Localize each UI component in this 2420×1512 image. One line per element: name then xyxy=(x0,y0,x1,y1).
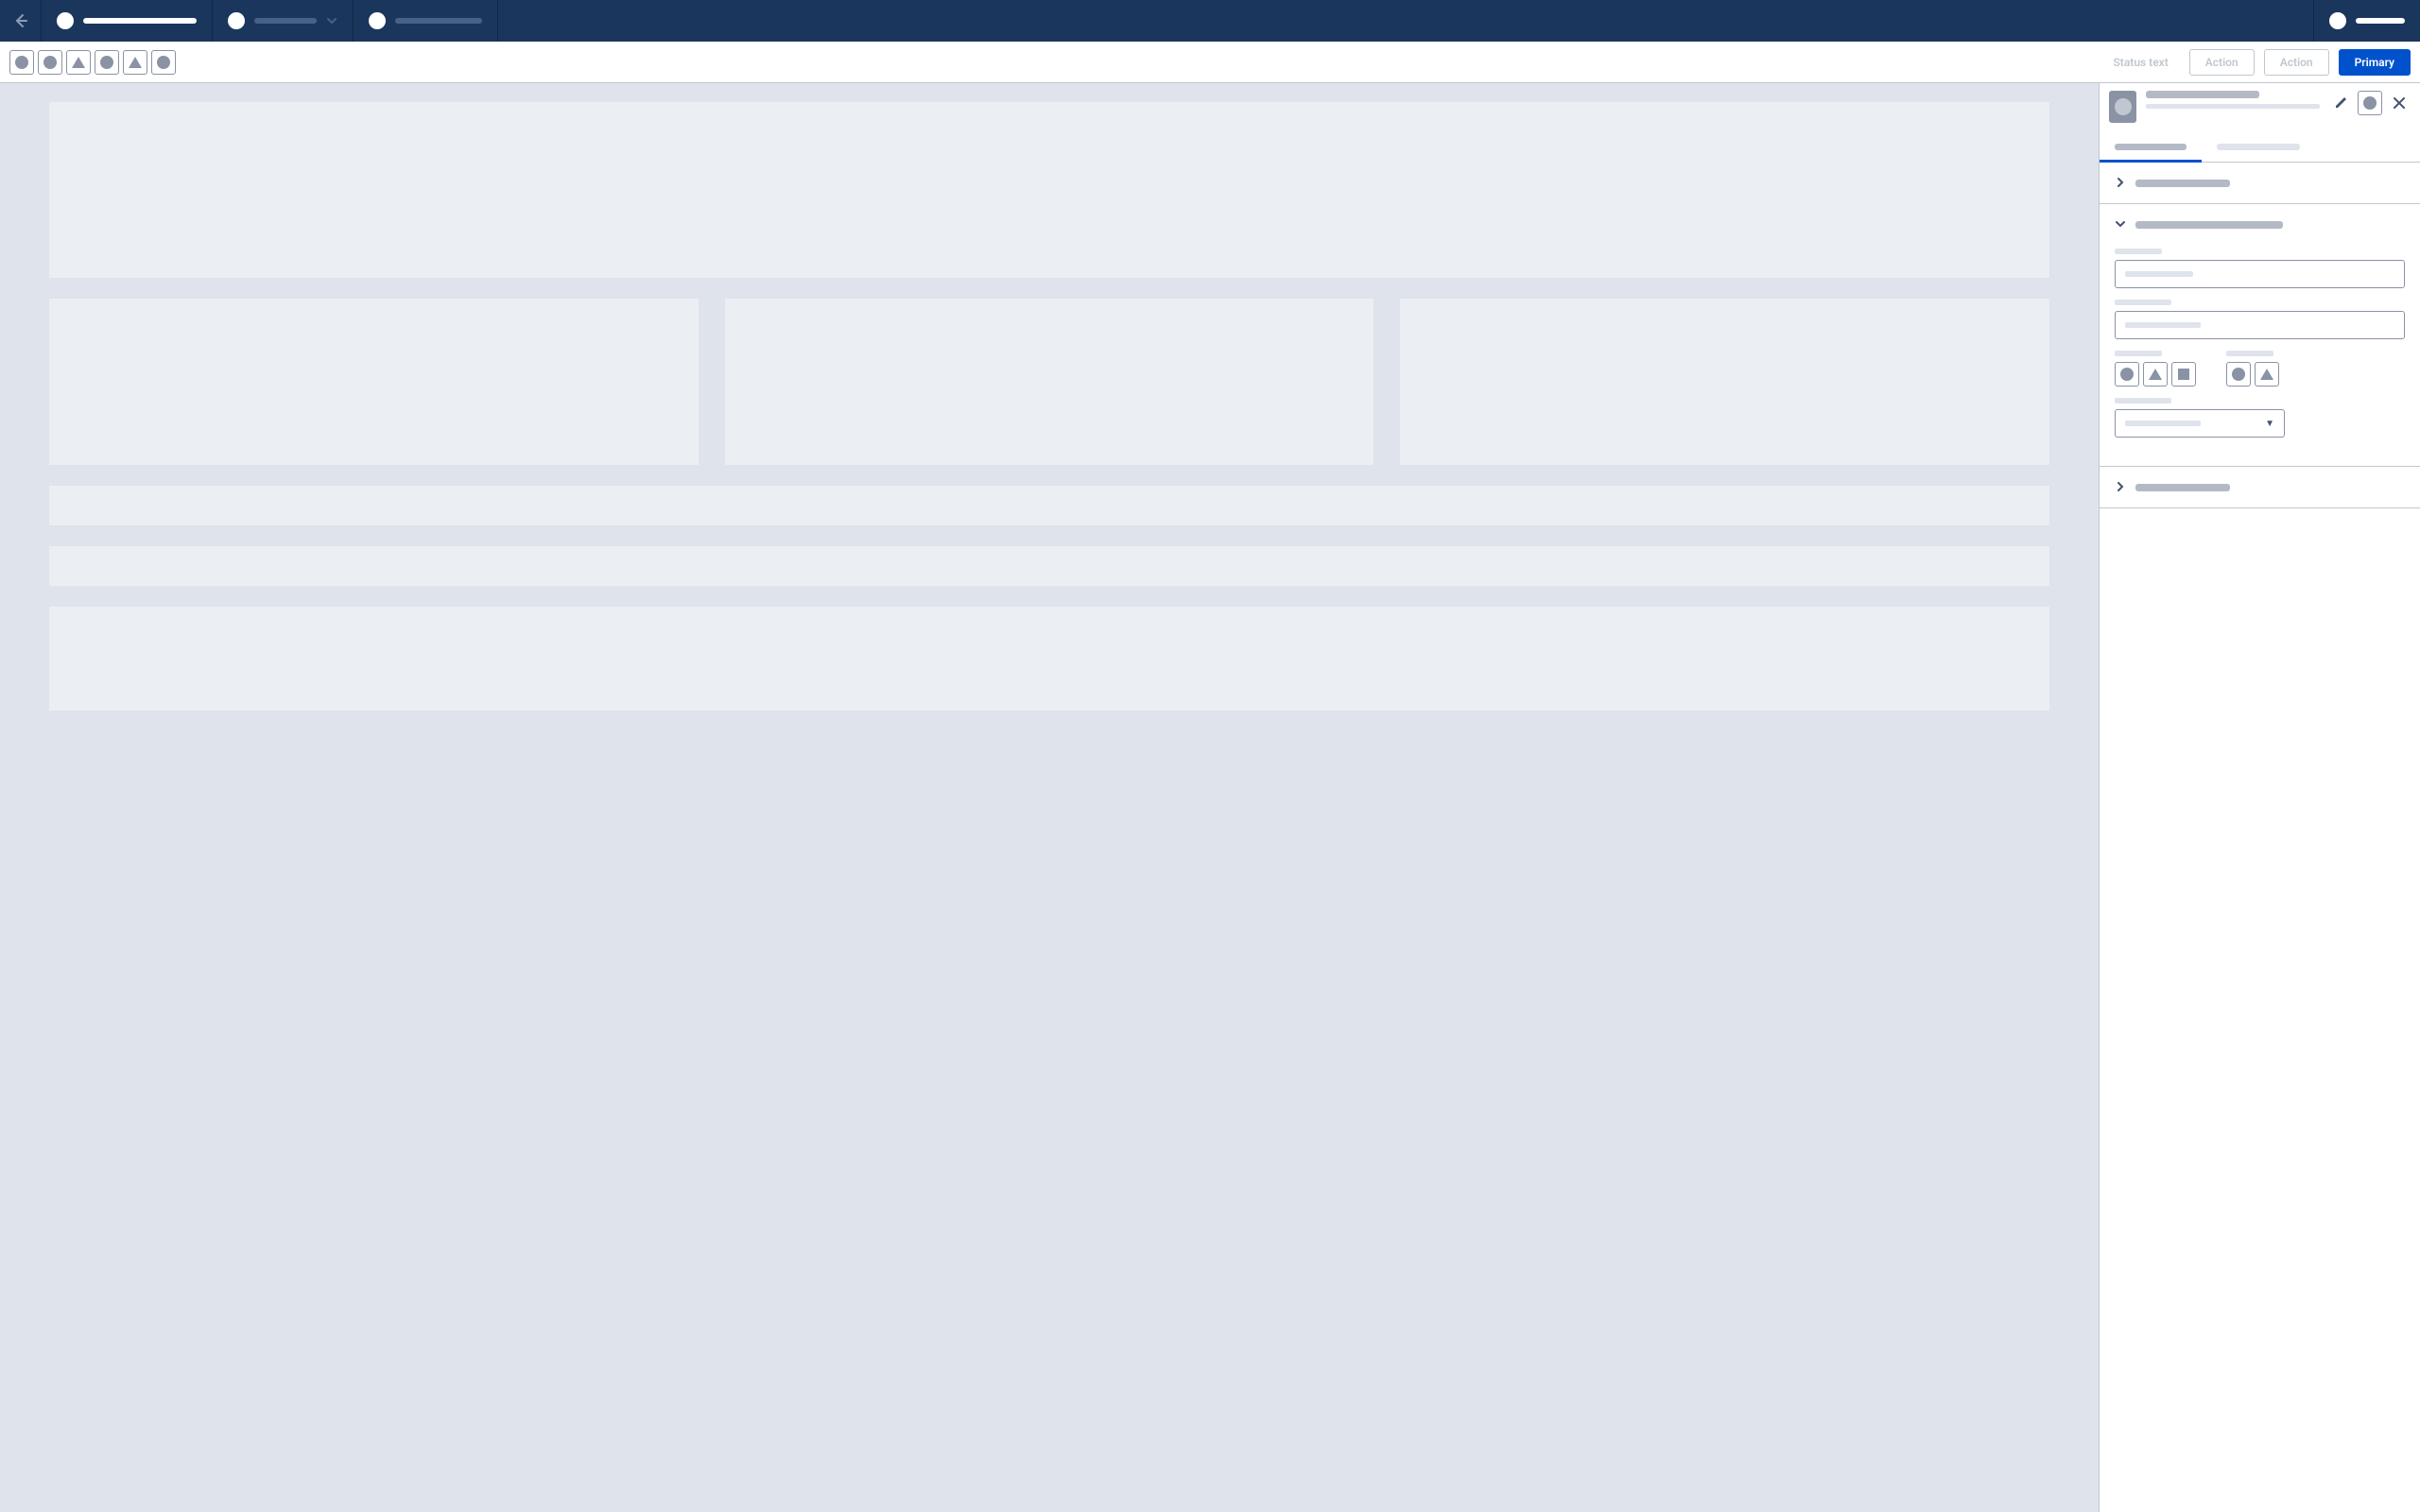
caret-down-icon: ▼ xyxy=(2265,419,2274,429)
chevron-right-icon xyxy=(2115,478,2126,496)
tool-circle-2[interactable] xyxy=(38,50,62,75)
canvas-card-2[interactable] xyxy=(725,299,1374,465)
chevron-right-icon xyxy=(2115,174,2126,192)
user-label xyxy=(2356,18,2405,24)
back-button[interactable] xyxy=(0,0,42,42)
breadcrumb-icon xyxy=(57,12,74,29)
field-label xyxy=(2115,398,2171,404)
shape-group-1: Group xyxy=(2115,351,2196,387)
chevron-down-icon xyxy=(326,12,337,30)
panel-section-1: Section One xyxy=(2100,163,2420,204)
breadcrumb-icon xyxy=(228,12,245,29)
user-avatar-icon xyxy=(2329,12,2346,29)
tool-triangle-2[interactable] xyxy=(123,50,147,75)
panel-shape-button[interactable] xyxy=(2358,91,2382,115)
group2-triangle[interactable] xyxy=(2255,362,2279,387)
field-select-input[interactable]: ▼ Option placeholder xyxy=(2115,409,2285,438)
edit-button[interactable] xyxy=(2329,92,2352,114)
toolbar-primary-button[interactable]: Primary xyxy=(2339,49,2411,76)
panel-section-3: Section Three xyxy=(2100,467,2420,508)
close-panel-button[interactable] xyxy=(2388,92,2411,114)
pencil-icon xyxy=(2334,96,2347,110)
panel-title xyxy=(2146,91,2259,98)
field-2-input[interactable]: Value placeholder xyxy=(2115,311,2405,339)
main-area: Panel Title Secondary descriptive line p… xyxy=(0,83,2420,1512)
panel-subtitle xyxy=(2146,104,2320,109)
field-label xyxy=(2115,351,2162,356)
panel-tabs: Tab One Tab Two xyxy=(2100,134,2420,163)
toolbar-secondary-button-2[interactable]: Action xyxy=(2264,49,2329,76)
shape-group-2: Group xyxy=(2226,351,2279,387)
field-2: Label Value placeholder xyxy=(2115,300,2405,339)
field-select: Label ▼ Option placeholder xyxy=(2115,398,2405,438)
inspector-panel: Panel Title Secondary descriptive line p… xyxy=(2099,83,2420,1512)
canvas-hero-block[interactable] xyxy=(49,102,2049,278)
panel-section-2-toggle[interactable]: Section Two xyxy=(2100,204,2420,245)
panel-tab-1[interactable]: Tab One xyxy=(2100,134,2202,163)
tool-triangle-1[interactable] xyxy=(66,50,91,75)
field-1: Label Value placeholder xyxy=(2115,249,2405,288)
arrow-left-icon xyxy=(13,13,28,28)
group1-circle[interactable] xyxy=(2115,362,2139,387)
tool-circle-1[interactable] xyxy=(9,50,34,75)
canvas-row-1[interactable] xyxy=(49,486,2049,525)
panel-tab-2[interactable]: Tab Two xyxy=(2202,134,2315,162)
section-label xyxy=(2135,221,2283,229)
breadcrumb-item-1[interactable]: Breadcrumb Item 1 xyxy=(42,0,213,42)
canvas-card-3[interactable] xyxy=(1400,299,2049,465)
field-label xyxy=(2115,249,2162,254)
section-label xyxy=(2135,180,2230,187)
chevron-down-icon xyxy=(2115,215,2126,233)
panel-section-2: Section Two Label Value placeholder Labe… xyxy=(2100,204,2420,467)
panel-section-1-toggle[interactable]: Section One xyxy=(2100,163,2420,203)
canvas-row-3[interactable] xyxy=(49,607,2049,711)
breadcrumb-item-3[interactable]: Breadcrumb Item 3 xyxy=(354,0,498,42)
breadcrumb-label xyxy=(254,18,317,24)
panel-header: Panel Title Secondary descriptive line p… xyxy=(2100,83,2420,129)
panel-section-3-toggle[interactable]: Section Three xyxy=(2100,467,2420,507)
top-nav: Breadcrumb Item 1 Breadcrumb Item 2 Brea… xyxy=(0,0,2420,42)
panel-thumbnail xyxy=(2109,91,2136,123)
group1-triangle[interactable] xyxy=(2143,362,2168,387)
toolbar: Status text Action Action Primary xyxy=(0,42,2420,83)
canvas-card-1[interactable] xyxy=(49,299,699,465)
toolbar-status: Status text xyxy=(2113,56,2168,69)
user-menu[interactable]: User Menu xyxy=(2313,0,2420,42)
group1-square[interactable] xyxy=(2171,362,2196,387)
field-1-input[interactable]: Value placeholder xyxy=(2115,260,2405,288)
toolbar-secondary-button-1[interactable]: Action xyxy=(2189,49,2255,76)
breadcrumb-label xyxy=(395,18,482,24)
tool-circle-4[interactable] xyxy=(151,50,176,75)
breadcrumb-label xyxy=(83,18,197,24)
canvas xyxy=(0,83,2099,1512)
field-label xyxy=(2115,300,2171,305)
tool-circle-3[interactable] xyxy=(95,50,119,75)
close-icon xyxy=(2393,96,2406,110)
canvas-row-2[interactable] xyxy=(49,546,2049,586)
section-label xyxy=(2135,484,2230,491)
group2-circle[interactable] xyxy=(2226,362,2251,387)
breadcrumb-icon xyxy=(369,12,386,29)
breadcrumb-item-2[interactable]: Breadcrumb Item 2 xyxy=(213,0,354,42)
field-label xyxy=(2226,351,2273,356)
